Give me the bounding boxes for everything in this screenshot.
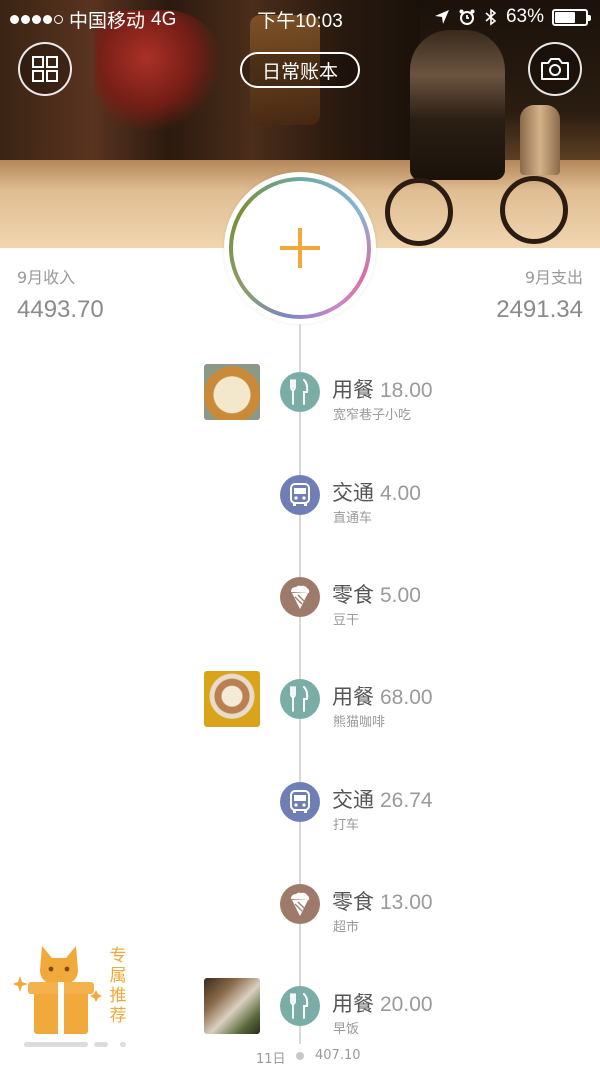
fork-knife-icon (280, 986, 320, 1026)
battery-percent: 63% (505, 6, 544, 27)
record-note: 打车 (333, 818, 360, 833)
day-dot (296, 1052, 304, 1060)
record-amount: 13.00 (380, 891, 433, 914)
income-value: 4493.70 (17, 296, 104, 323)
record-category: 零食 (332, 583, 374, 607)
record-photo[interactable] (204, 671, 260, 727)
day-total: 407.10 (315, 1048, 361, 1063)
record-amount: 4.00 (380, 482, 421, 505)
ice-cream-icon (280, 884, 320, 924)
income-label: 9月收入 (17, 268, 76, 287)
record-category: 用餐 (332, 992, 374, 1016)
record-note: 早饭 (333, 1022, 360, 1037)
promo-indicator (24, 1042, 88, 1047)
expense-label: 9月支出 (524, 268, 583, 287)
camera-icon (541, 58, 569, 80)
battery-icon (552, 8, 591, 26)
expense-value: 2491.34 (496, 296, 583, 323)
record-note: 豆干 (333, 613, 360, 628)
record-entry[interactable]: 零食 5.00 豆干 (0, 569, 600, 629)
record-amount: 26.74 (380, 789, 433, 812)
camera-button[interactable] (528, 42, 582, 96)
account-book-selector[interactable]: 日常账本 (240, 52, 360, 88)
record-entry[interactable]: 用餐 18.00 宽窄巷子小吃 (0, 364, 600, 424)
bus-icon (280, 782, 320, 822)
alarm-clock-icon (459, 9, 475, 25)
day-date: 11日 (256, 1052, 286, 1067)
record-entry[interactable]: 用餐 68.00 熊猫咖啡 (0, 671, 600, 731)
record-entry[interactable]: 零食 13.00 超市 (0, 876, 600, 936)
record-note: 直通车 (333, 511, 373, 526)
grid-icon (32, 56, 58, 82)
record-amount: 20.00 (380, 993, 433, 1016)
record-note: 宽窄巷子小吃 (333, 408, 412, 423)
promo-indicator (120, 1042, 126, 1047)
record-note: 熊猫咖啡 (333, 715, 386, 730)
record-amount: 5.00 (380, 584, 421, 607)
record-amount: 68.00 (380, 686, 433, 709)
record-category: 用餐 (332, 685, 374, 709)
ice-cream-icon (280, 577, 320, 617)
record-photo[interactable] (204, 364, 260, 420)
record-note: 超市 (333, 920, 360, 935)
record-entry[interactable]: 交通 4.00 直通车 (0, 467, 600, 527)
fork-knife-icon (280, 372, 320, 412)
fork-knife-icon (280, 679, 320, 719)
record-photo[interactable] (204, 978, 260, 1034)
record-entry[interactable]: 交通 26.74 打车 (0, 774, 600, 834)
status-bar: 中国移动 4G 下午10:03 63% (0, 0, 600, 34)
fox-gift-icon (14, 946, 102, 1034)
record-category: 零食 (332, 890, 374, 914)
promo-text: 专属推荐 (109, 946, 127, 1026)
location-arrow-icon (434, 10, 449, 24)
record-category: 交通 (332, 481, 374, 505)
record-category: 用餐 (332, 378, 374, 402)
add-record-button[interactable] (224, 172, 376, 324)
exclusive-recommend-promo[interactable]: 专属推荐 (14, 940, 144, 1050)
menu-grid-button[interactable] (18, 42, 72, 96)
record-category: 交通 (332, 788, 374, 812)
bus-icon (280, 475, 320, 515)
plus-icon (280, 228, 320, 268)
bluetooth-icon (485, 8, 497, 26)
record-amount: 18.00 (380, 379, 433, 402)
promo-indicator (94, 1042, 108, 1047)
